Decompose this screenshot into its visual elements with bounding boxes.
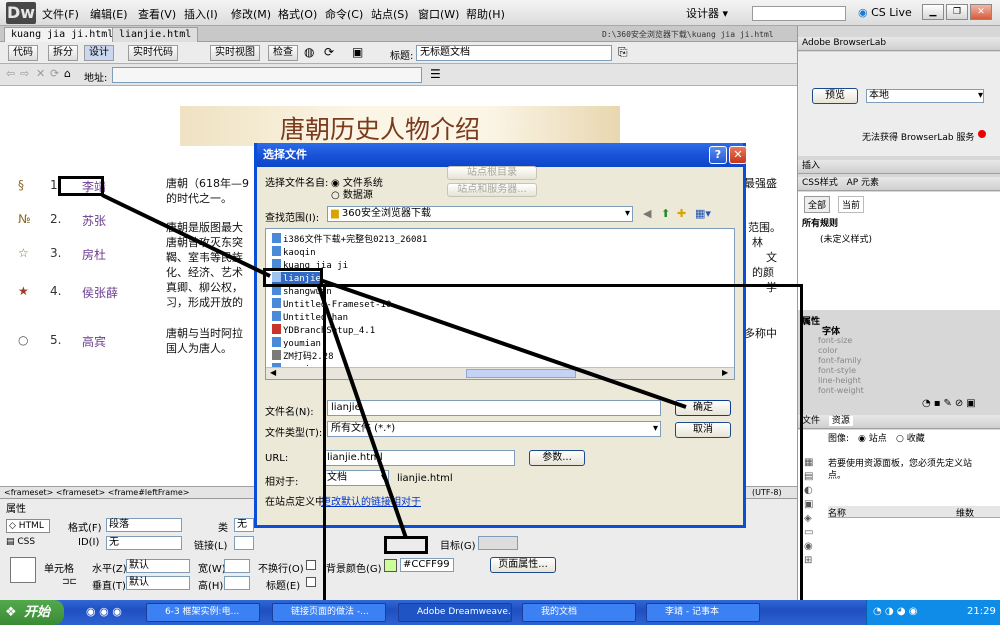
start-button[interactable]: ❖ 开始 bbox=[0, 600, 64, 625]
task-dreamweaver[interactable]: Adobe Dreamweave... bbox=[398, 603, 512, 622]
system-tray: ◔ ◑ ◕ ◉ 21:29 bbox=[866, 600, 1000, 625]
quick-launch-icons[interactable]: ◉ ◉ ◉ bbox=[86, 605, 122, 618]
task-frames-example[interactable]: 6-3 框架实例:电... bbox=[146, 603, 260, 622]
clock: 21:29 bbox=[967, 606, 996, 617]
arrow-file-to-ok bbox=[319, 278, 687, 409]
baidu-watermark-url: jingyan.baidu.com bbox=[838, 572, 949, 586]
tray-icons[interactable]: ◔ ◑ ◕ ◉ bbox=[873, 606, 917, 617]
task-my-documents[interactable]: 我的文档 bbox=[522, 603, 636, 622]
task-notepad[interactable]: 李靖 - 记事本 bbox=[646, 603, 760, 622]
windows-taskbar: ❖ 开始 ◉ ◉ ◉ 6-3 框架实例:电... 链接页面的做法 -... Ado… bbox=[0, 600, 1000, 625]
task-link-page-howto[interactable]: 链接页面的做法 -... bbox=[272, 603, 386, 622]
windows-logo-icon: ❖ bbox=[5, 605, 17, 620]
arrow-name-to-file bbox=[101, 193, 271, 278]
arrow-file-to-link bbox=[316, 283, 408, 539]
